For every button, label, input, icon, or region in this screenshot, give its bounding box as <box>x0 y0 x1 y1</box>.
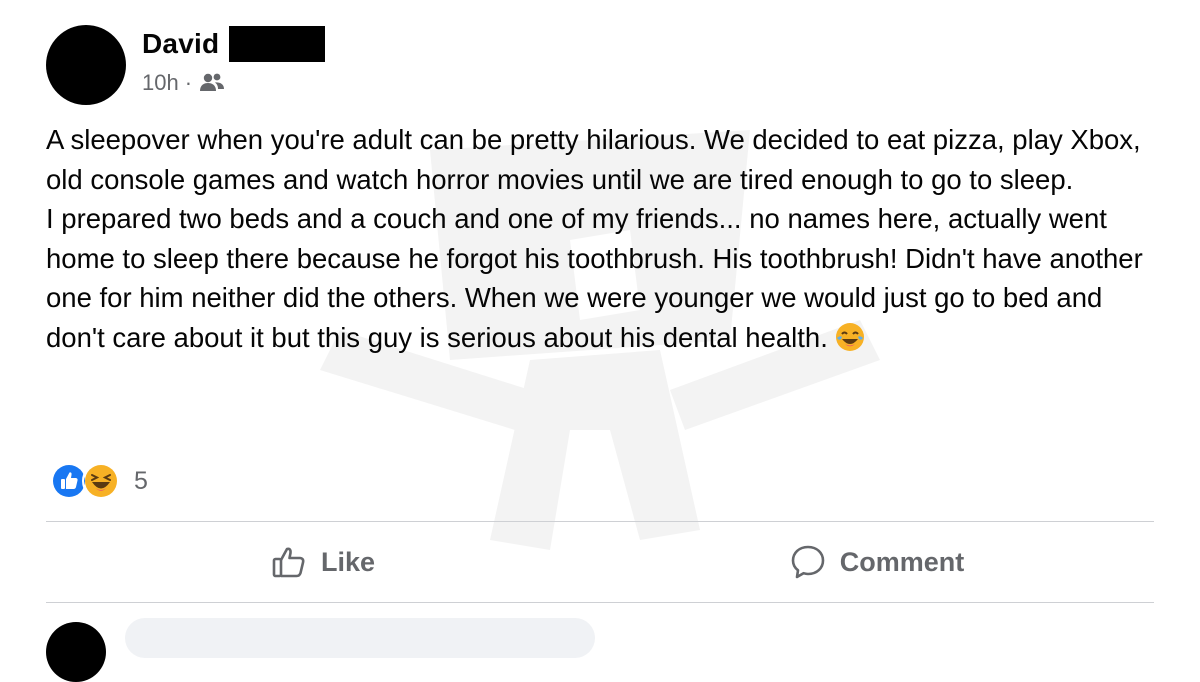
divider-bottom <box>46 602 1154 603</box>
next-comment-bubble[interactable] <box>125 618 595 658</box>
post-paragraph-2: I prepared two beds and a couch and one … <box>46 199 1166 357</box>
comment-icon <box>791 545 825 579</box>
reaction-count: 5 <box>134 466 148 495</box>
meta-separator: · <box>184 70 193 95</box>
post-timestamp[interactable]: 10h <box>142 70 179 96</box>
post-meta: 10h · <box>142 70 226 96</box>
tears-of-joy-emoji <box>835 322 864 351</box>
thumbs-up-icon <box>272 547 305 578</box>
author-name[interactable]: David <box>142 28 219 60</box>
comment-label: Comment <box>839 546 965 577</box>
author-row: David <box>142 24 326 64</box>
friends-icon[interactable] <box>198 71 226 95</box>
reactions-bar[interactable]: 5 <box>50 462 148 500</box>
redaction-bar <box>229 26 326 62</box>
post-paragraph-1: A sleepover when you're adult can be pre… <box>46 124 1141 195</box>
post-actions: Like Comment <box>46 522 1154 602</box>
post-card: David 10h · A sleepover when you're adul… <box>0 0 1200 682</box>
haha-reaction-icon <box>82 462 120 500</box>
like-button[interactable]: Like <box>46 522 600 602</box>
post-paragraph-2-text: I prepared two beds and a couch and one … <box>46 203 1143 353</box>
next-comment-avatar[interactable] <box>46 622 106 682</box>
author-avatar[interactable] <box>46 25 126 105</box>
like-label: Like <box>320 546 376 577</box>
comment-button[interactable]: Comment <box>600 522 1154 602</box>
post-body: A sleepover when you're adult can be pre… <box>46 120 1166 358</box>
